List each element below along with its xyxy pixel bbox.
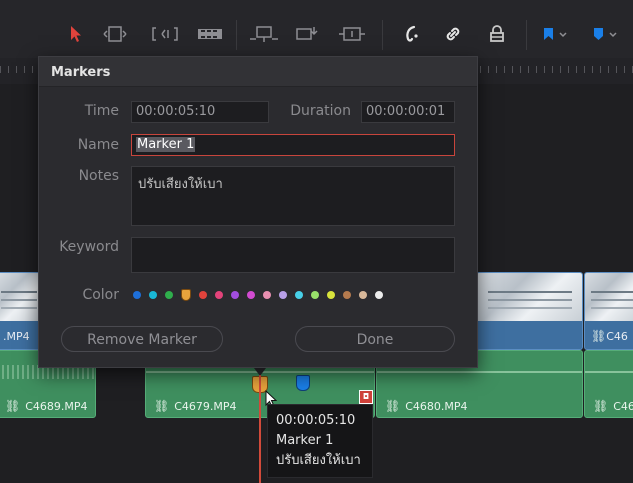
clip-thumbnail [0,273,41,321]
link-icon: ⛓ [593,399,609,413]
name-input[interactable]: Marker 1 [131,134,455,156]
color-swatches [133,289,387,301]
color-swatch[interactable] [279,291,287,299]
link-icon: ⛓ [5,399,21,413]
tooltip-note: ปรับเสียงให้เบา [276,453,361,468]
name-label: Name [77,137,119,153]
clip-flag-badge: ◘ [359,390,373,404]
color-swatch[interactable] [327,291,335,299]
color-swatch[interactable] [231,291,239,299]
link-icon: ⛓ [154,399,170,413]
color-swatch[interactable] [311,291,319,299]
name-input-value: Marker 1 [136,137,196,152]
notes-textarea[interactable]: ปรับเสียงให้เบา [131,166,455,226]
keyword-label: Keyword [59,239,119,255]
blade-icon[interactable] [195,20,225,48]
flag-icon[interactable] [538,20,574,48]
color-swatch[interactable] [165,291,173,299]
tooltip-time: 00:00:05:10 [276,413,356,428]
color-swatch[interactable] [149,291,157,299]
clip-thumbnail [585,273,633,321]
color-swatch[interactable] [247,291,255,299]
link-icon[interactable] [440,20,466,48]
toolbar-divider [236,20,237,50]
color-swatch[interactable] [343,291,351,299]
video-clip[interactable]: ⛓C46 [584,272,633,350]
link-icon: ⛓ [385,399,401,413]
video-clip[interactable]: .MP4 [0,272,42,350]
remove-marker-button[interactable]: Remove Marker [61,326,223,352]
clip-name: ⛓C46 [591,329,628,343]
color-swatch[interactable] [181,289,191,301]
clip-name: ⛓ C4679.MP4 [154,399,237,413]
video-clip[interactable] [476,272,583,350]
tooltip-name: Marker 1 [276,433,334,448]
marker-icon[interactable] [588,20,624,48]
clip-marker-blue[interactable] [296,375,310,391]
color-swatch[interactable] [215,291,223,299]
done-button[interactable]: Done [295,326,455,352]
toolbar-divider [382,20,383,50]
trim-icon[interactable] [98,20,132,48]
link-icon: ⛓ [591,329,607,343]
color-label: Color [82,287,119,303]
select-icon[interactable] [66,20,86,48]
clip-name: ⛓ C4689.MP4 [5,399,88,413]
time-field: 00:00:05:10 [131,101,269,123]
audio-waveform [585,371,633,373]
color-swatch[interactable] [375,291,383,299]
duration-label: Duration [290,103,351,119]
color-swatch[interactable] [199,291,207,299]
color-swatch[interactable] [263,291,271,299]
keyword-input[interactable] [131,237,455,273]
toolbar-divider [526,20,527,50]
marker-tooltip: 00:00:05:10 Marker 1 ปรับเสียงให้เบา [267,404,373,478]
notes-value: ปรับเสียงให้เบา [138,177,223,192]
dialog-title: Markers [39,57,477,87]
toolbar [0,0,633,59]
clip-name: .MP4 [3,330,30,343]
snapping-icon[interactable] [398,20,424,48]
audio-waveform [377,371,582,373]
time-label: Time [84,103,119,119]
color-swatch[interactable] [133,291,141,299]
clip-name: ⛓ C4680.MP4 [385,399,468,413]
markers-dialog: Markers Time 00:00:05:10 Duration 00:00:… [38,56,478,368]
lock-icon[interactable] [484,20,510,48]
dynamic-trim-icon[interactable] [148,20,182,48]
clip-name: ⛓C46 [593,399,633,413]
audio-clip[interactable]: ⛓ C46 [584,350,633,418]
duration-field[interactable]: 00:00:00:01 [361,101,455,123]
replace-icon[interactable] [334,20,370,48]
clip-thumbnail [477,273,582,321]
playhead[interactable] [259,375,261,483]
color-swatch[interactable] [295,291,303,299]
insert-icon[interactable] [246,20,282,48]
overwrite-icon[interactable] [292,20,322,48]
color-swatch[interactable] [359,291,367,299]
notes-label: Notes [78,168,119,184]
